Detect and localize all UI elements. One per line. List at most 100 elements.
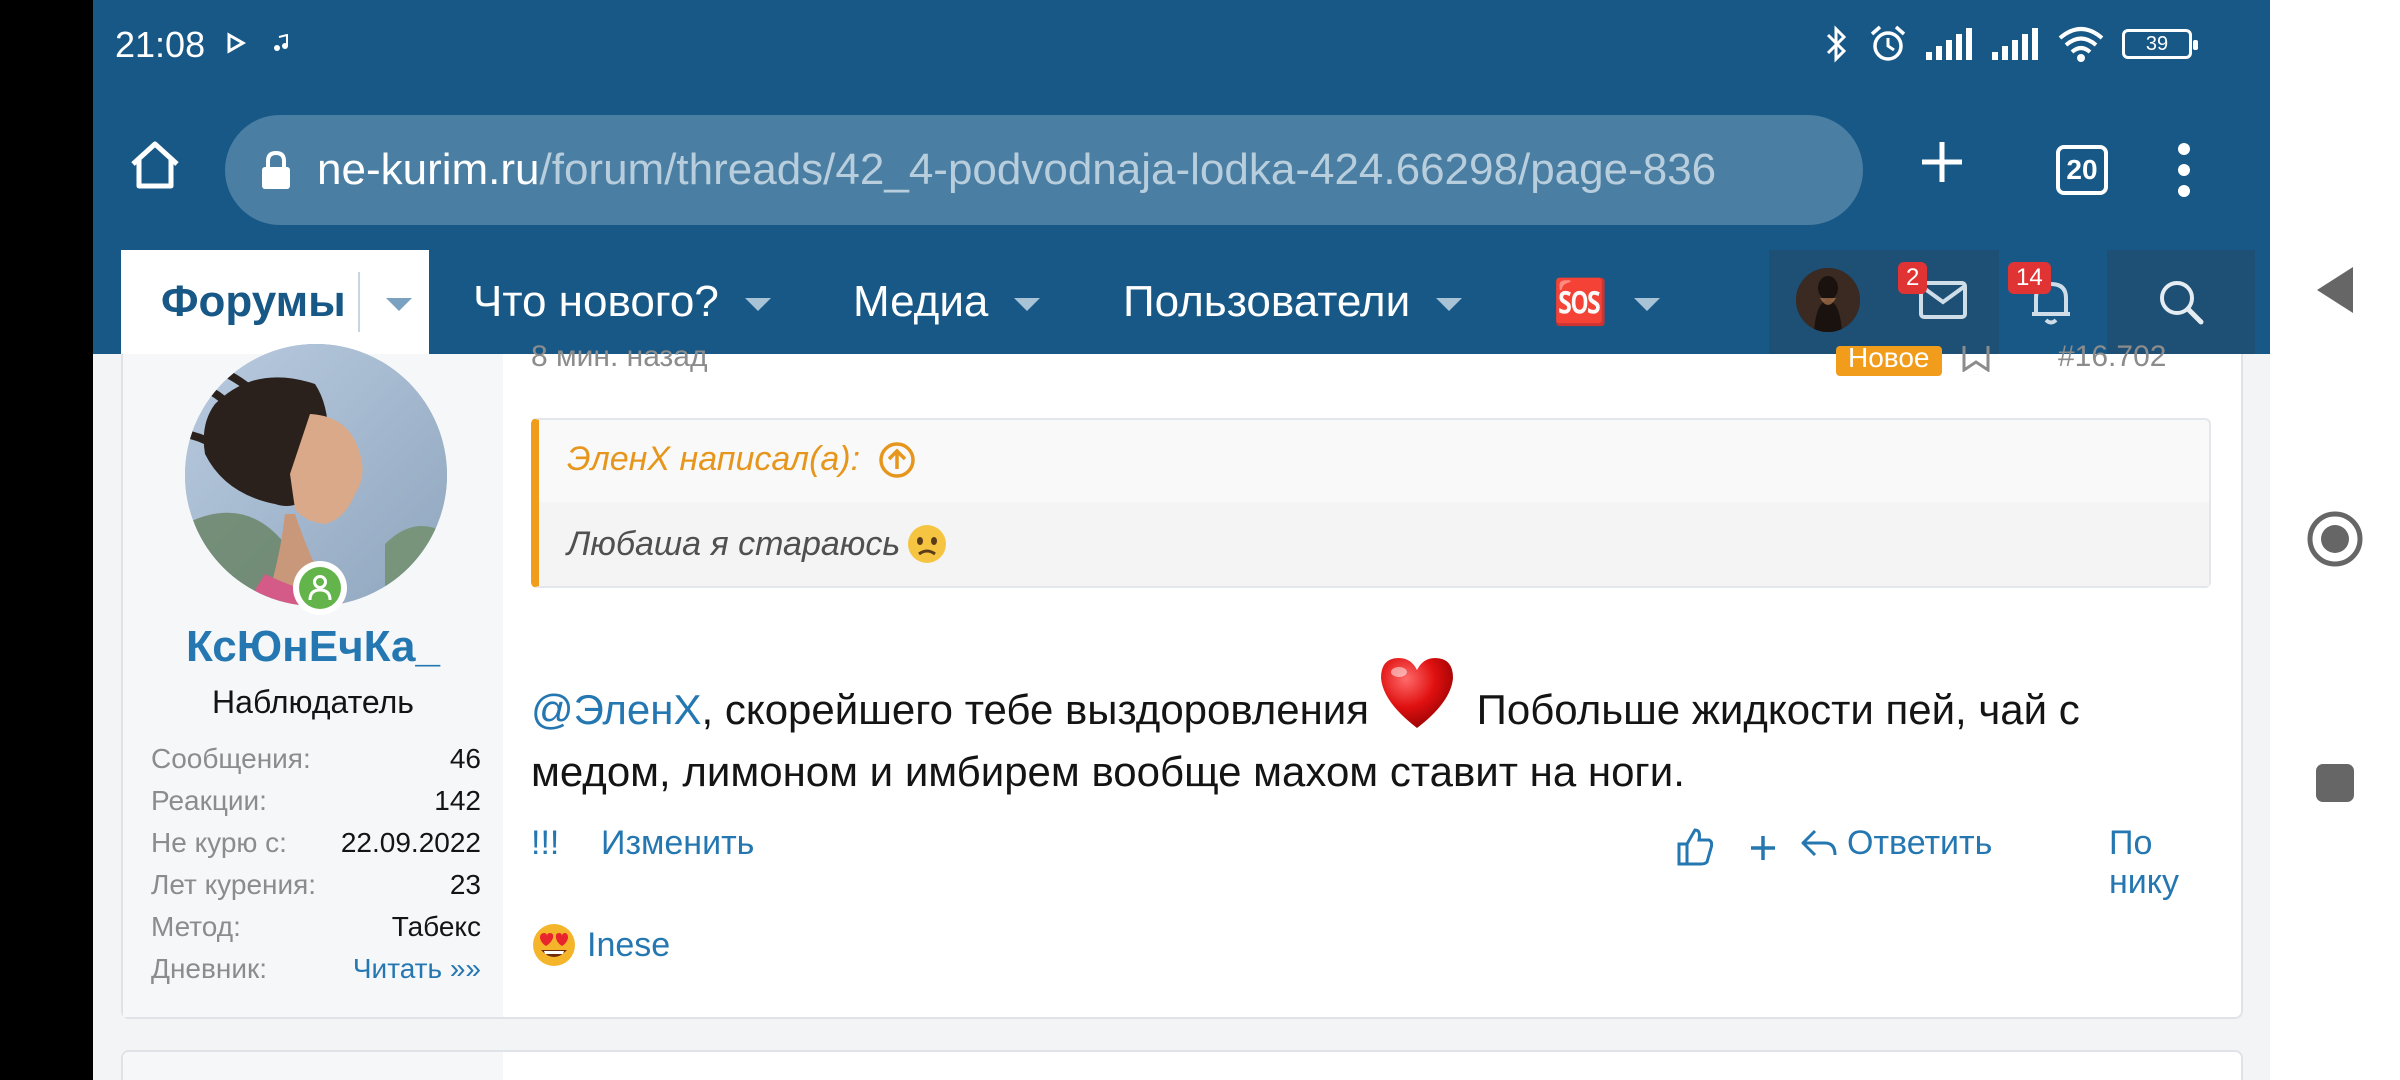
- nav-tab-label: Пользователи: [1123, 277, 1411, 326]
- message-text-part: , скорейшего тебе выздоровления: [701, 686, 1370, 733]
- browser-chrome: 21:08 39 ne-kurim.ru/forum/threads/42_4-…: [93, 0, 2270, 250]
- recents-square-icon: [2316, 764, 2354, 802]
- quote-body: Любаша я стараюсь: [539, 502, 2209, 586]
- report-button[interactable]: !!!: [531, 824, 559, 863]
- stat-value: 22.09.2022: [340, 827, 481, 858]
- stat-row: Лет курения: 23: [151, 864, 481, 906]
- forum-nav-bar: Форумы Что нового? Медиа Пользователи 🆘 …: [93, 250, 2270, 354]
- nav-tab-whats-new[interactable]: Что нового?: [473, 250, 771, 354]
- messages-badge: 2: [1898, 262, 1928, 294]
- stat-value: 142: [434, 785, 481, 816]
- username[interactable]: КсЮнЕчКа_: [123, 622, 503, 672]
- post-number[interactable]: #16.702: [2058, 340, 2166, 374]
- nav-tab-label: Форумы: [161, 277, 346, 326]
- worried-face-emoji-icon: [908, 525, 947, 563]
- stat-value: Табекс: [391, 911, 481, 942]
- quote-block: ЭленХ написал(а): Любаша я стараюсь: [531, 418, 2211, 588]
- plus-icon[interactable]: [1918, 138, 1966, 186]
- url-domain: ne-kurim.ru: [317, 145, 540, 194]
- home-nav-button[interactable]: [2270, 510, 2400, 568]
- nav-tab-forums[interactable]: Форумы: [121, 250, 429, 354]
- play-icon: [227, 32, 247, 54]
- status-time: 21:08: [115, 24, 206, 65]
- bookmark-icon[interactable]: [1960, 346, 1992, 372]
- chevron-down-icon[interactable]: [1014, 297, 1041, 311]
- post-message: @ЭленХ, скорейшего тебе выздоровления По…: [531, 654, 2231, 803]
- avatar-mini[interactable]: [1796, 268, 1860, 332]
- bluetooth-icon: [1826, 25, 1847, 63]
- search-icon[interactable]: [2157, 278, 2205, 326]
- home-icon[interactable]: [129, 140, 181, 190]
- sos-icon: 🆘: [1553, 278, 1608, 327]
- more-menu-icon[interactable]: [2178, 143, 2190, 197]
- nav-tab-label: Медиа: [853, 277, 989, 326]
- post-card: КсЮнЕчКа_ Наблюдатель Сообщения: 46 Реакц…: [121, 340, 2243, 1019]
- recents-button[interactable]: [2270, 762, 2400, 804]
- chevron-down-icon[interactable]: [1633, 297, 1660, 311]
- stat-row: Метод: Табекс: [151, 906, 481, 948]
- post-user-column: КсЮнЕчКа_ Наблюдатель Сообщения: 46 Реакц…: [123, 344, 503, 1017]
- stat-key: Сообщения:: [151, 743, 311, 774]
- quote-header[interactable]: ЭленХ написал(а):: [567, 440, 916, 479]
- signal-icon: [1926, 28, 1972, 60]
- stat-row: Реакции: 142: [151, 780, 481, 822]
- battery-level: 39: [2145, 32, 2169, 55]
- plus-icon[interactable]: [1749, 834, 1777, 862]
- nav-tab-members[interactable]: Пользователи: [1123, 250, 1463, 354]
- user-title: Наблюдатель: [212, 684, 414, 720]
- stat-value: 46: [449, 743, 481, 774]
- back-button[interactable]: [2270, 265, 2400, 315]
- chevron-down-icon[interactable]: [385, 297, 412, 311]
- nav-tab-media[interactable]: Медиа: [853, 250, 1041, 354]
- like-icon[interactable]: [1677, 828, 1713, 866]
- alerts-badge: 14: [2008, 262, 2051, 294]
- edit-button[interactable]: Изменить: [601, 824, 754, 863]
- chevron-down-icon[interactable]: [744, 297, 771, 311]
- quote-text: Любаша я стараюсь: [567, 524, 901, 563]
- next-post-user-column: [123, 1052, 503, 1080]
- tabs-count-button[interactable]: 20: [2056, 145, 2108, 195]
- stat-key: Лет курения:: [151, 869, 317, 900]
- quote-author: ЭленХ написал(а):: [567, 440, 861, 478]
- stat-row: Не курю с: 22.09.2022: [151, 822, 481, 864]
- stat-key: Реакции:: [151, 785, 267, 816]
- browser-screen: 21:08 39 ne-kurim.ru/forum/threads/42_4-…: [93, 0, 2270, 1080]
- battery-icon: 39: [2122, 29, 2198, 59]
- status-left-icons: [225, 32, 289, 54]
- user-stats: Сообщения: 46 Реакции: 142 Не курю с: 22.09…: [151, 738, 481, 990]
- chevron-down-icon[interactable]: [1436, 297, 1463, 311]
- heart-eyes-emoji-icon: [533, 924, 575, 966]
- stat-row: Дневник: Читать »»: [151, 948, 481, 990]
- signal-icon: [1992, 28, 2038, 60]
- reply-button[interactable]: Ответить: [1801, 824, 1992, 863]
- user-mention-link[interactable]: @ЭленХ: [531, 686, 702, 733]
- reply-icon: [1801, 829, 1837, 856]
- diary-link[interactable]: Читать »»: [353, 953, 481, 985]
- lock-icon: [262, 151, 290, 189]
- reaction-user-link[interactable]: Inese: [587, 926, 670, 965]
- status-right-icons: 39: [1824, 24, 2198, 64]
- left-black-strip: [0, 0, 93, 1080]
- stat-value: 23: [449, 869, 481, 900]
- post-actions: !!! Изменить Ответить По нику: [531, 824, 2211, 901]
- android-nav-bar: [2270, 0, 2400, 1080]
- wifi-icon: [2058, 27, 2104, 62]
- post-time[interactable]: 8 мин. назад: [531, 340, 708, 374]
- nav-separator: [357, 272, 360, 332]
- url-path: /forum/threads/42_4-podvodnaja-lodka-424…: [539, 145, 1717, 194]
- arrow-up-circle-icon[interactable]: [878, 441, 916, 479]
- next-post-card: [121, 1050, 2243, 1080]
- stat-row: Сообщения: 46: [151, 738, 481, 780]
- home-circle-icon: [2307, 511, 2363, 567]
- stat-key: Дневник:: [151, 953, 268, 984]
- quote-by-nick-button[interactable]: По нику: [2109, 824, 2211, 902]
- reactions-bar[interactable]: Inese: [531, 922, 670, 968]
- address-bar[interactable]: ne-kurim.ru/forum/threads/42_4-podvodnaj…: [225, 115, 1863, 225]
- stat-key: Не курю с:: [151, 827, 287, 858]
- stat-key: Метод:: [151, 911, 241, 942]
- reply-label: Ответить: [1847, 824, 1993, 862]
- alarm-icon: [1870, 25, 1906, 61]
- online-status-icon: [293, 561, 347, 615]
- post-message-column: 8 мин. назад Новое #16.702 ЭленХ написал…: [503, 340, 2243, 1017]
- nav-tab-sos[interactable]: 🆘: [1553, 250, 1660, 354]
